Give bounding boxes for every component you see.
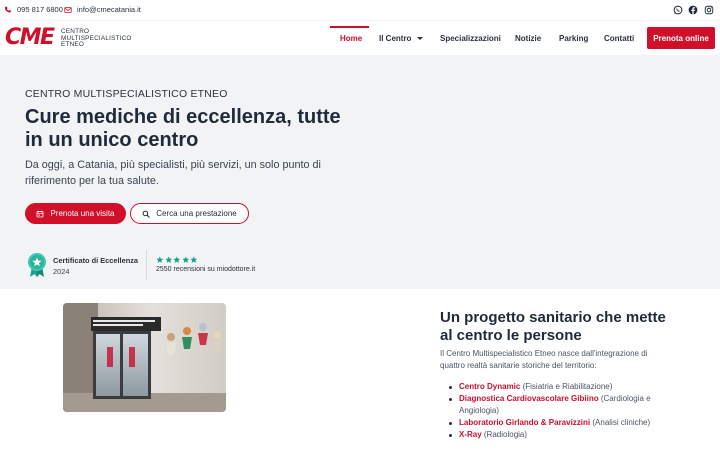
partner-name[interactable]: X-Ray — [459, 430, 482, 439]
top-bar: 095 817 6800 info@cmecatania.it — [0, 0, 720, 21]
facebook-icon[interactable] — [688, 5, 698, 15]
nav-parking[interactable]: Parking — [559, 21, 588, 55]
nav-notizie[interactable]: Notizie — [515, 21, 541, 55]
chevron-down-icon — [417, 36, 424, 40]
nav-il-centro[interactable]: Il Centro — [379, 21, 424, 55]
star-icon — [156, 256, 164, 263]
certificate-title: Certificato di Eccellenza — [53, 256, 139, 265]
list-item: Laboratorio Girlando & Paravizzini (Anal… — [447, 417, 677, 429]
search-icon — [142, 210, 150, 218]
partner-desc: (Analisi cliniche) — [590, 418, 651, 427]
certificate-year: 2024 — [53, 267, 70, 276]
phone-number: 095 817 6800 — [17, 5, 63, 14]
hero-title: Cure mediche di eccellenza, tutte in un … — [25, 106, 341, 151]
instagram-icon[interactable] — [704, 5, 714, 15]
phone-icon — [4, 6, 11, 12]
partner-name[interactable]: Diagnostica Cardiovascolare Gibiino — [459, 394, 599, 403]
logo-line-3: Etneo — [61, 41, 85, 49]
partner-name[interactable]: Laboratorio Girlando & Paravizzini — [459, 418, 590, 427]
book-visit-label: Prenota una visita — [50, 209, 115, 218]
nav-specializzazioni[interactable]: Specializzazioni — [440, 21, 501, 55]
partner-desc: (Fisiatria e Riabilitazione) — [520, 382, 613, 391]
list-item: Centro Dynamic (Fisiatria e Riabilitazio… — [447, 381, 677, 393]
nav-specializzazioni-label: Specializzazioni — [440, 33, 501, 43]
star-icon — [190, 256, 198, 263]
hero-eyebrow: Centro Multispecialistico Etneo — [25, 88, 228, 100]
clinic-entrance-photo — [63, 303, 226, 412]
logo-mark[interactable]: CME — [5, 27, 55, 49]
hero-lead: Da oggi, a Catania, più specialisti, più… — [25, 159, 321, 187]
partners-list: Centro Dynamic (Fisiatria e Riabilitazio… — [447, 381, 677, 441]
book-visit-button[interactable]: Prenota una visita — [25, 203, 126, 224]
reviews-count[interactable]: 2550 recensioni su miodottore.it — [156, 266, 255, 273]
list-item: Diagnostica Cardiovascolare Gibiino (Car… — [447, 393, 677, 417]
star-icon — [173, 256, 181, 263]
star-icon — [182, 256, 189, 263]
search-service-label: Cerca una prestazione — [156, 209, 237, 218]
nav-notizie-label: Notizie — [515, 33, 542, 43]
logo-text[interactable]: Centro Multispecialistico Etneo — [61, 28, 132, 49]
about-title: Un progetto sanitario che mette al centr… — [440, 309, 666, 344]
about-intro: Il Centro Multispecialistico Etneo nasce… — [440, 349, 648, 370]
nav-parking-label: Parking — [559, 33, 589, 43]
partner-desc: (Radiologia) — [481, 430, 528, 439]
partner-name[interactable]: Centro Dynamic — [459, 382, 520, 391]
nav-active-indicator — [330, 26, 369, 28]
star-icon — [165, 256, 172, 263]
list-item: X-Ray (Radiologia) — [447, 429, 677, 441]
nav-contatti-label: Contatti — [604, 33, 635, 43]
rating-stars — [156, 256, 198, 264]
nav-contatti[interactable]: Contatti — [604, 21, 634, 55]
certificate-badge-icon — [28, 253, 46, 277]
search-service-button[interactable]: Cerca una prestazione — [130, 203, 249, 224]
whatsapp-icon[interactable] — [673, 5, 683, 15]
nav-home-label: Home — [340, 33, 363, 43]
divider — [146, 250, 147, 280]
email-link[interactable]: info@cmecatania.it — [64, 5, 141, 14]
prenota-online-button[interactable]: Prenota online — [647, 27, 715, 49]
nav-il-centro-label: Il Centro — [379, 33, 412, 43]
email-address: info@cmecatania.it — [77, 5, 141, 14]
mail-icon — [64, 6, 72, 13]
phone-link[interactable]: 095 817 6800 — [4, 5, 63, 14]
calendar-icon — [37, 210, 44, 217]
